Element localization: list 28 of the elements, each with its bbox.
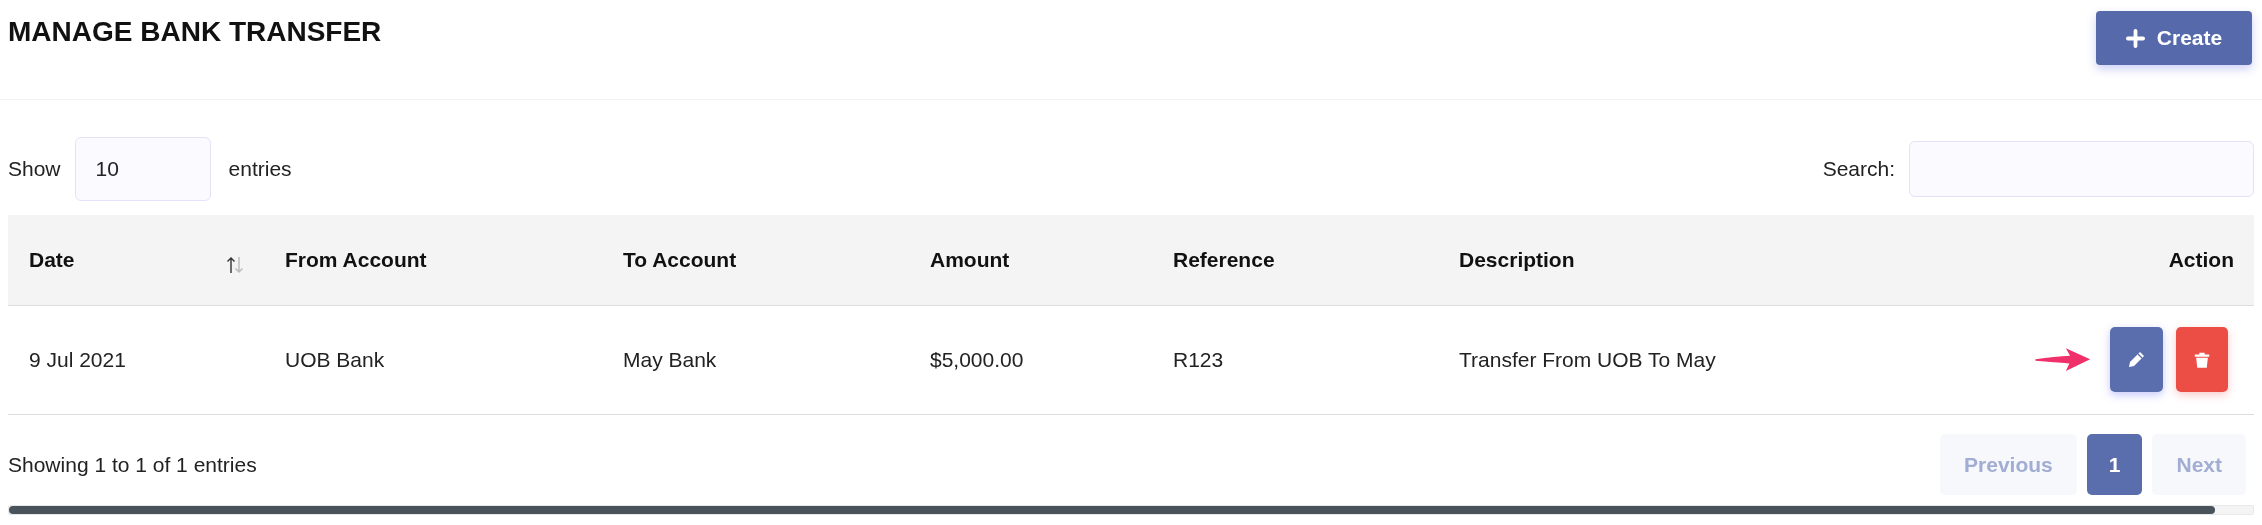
delete-button[interactable] [2176,327,2228,392]
table-cell: UOB Bank [265,305,603,414]
create-button[interactable]: Create [2096,11,2252,65]
plus-icon [2125,28,2145,48]
column-header: To Account [603,215,910,305]
column-header: From Account [265,215,603,305]
page-title: MANAGE BANK TRANSFER [8,16,382,48]
column-header: Description [1439,215,2014,305]
table-cell: $5,000.00 [910,305,1153,414]
sort-icon [225,254,245,275]
edit-button[interactable] [2109,327,2164,392]
table-cell: R123 [1153,305,1439,414]
search-field[interactable] [1909,140,2254,197]
entries-label: entries [228,156,292,181]
table-cell: Transfer From UOB To May [1439,305,2014,414]
table-cell: May Bank [603,305,910,414]
column-header: Reference [1153,215,1439,305]
column-header[interactable]: Date [8,215,265,305]
scrollbar[interactable] [8,504,2254,515]
entries-select[interactable]: 10 [74,136,211,201]
column-header: Action [2014,215,2254,305]
table-cell: 9 Jul 2021 [8,305,265,414]
search-label: Search: [1822,156,1895,181]
pencil-icon [2126,349,2147,370]
entries-info: Showing 1 to 1 of 1 entries [8,452,257,477]
show-label: Show [8,156,61,181]
column-header: Amount [910,215,1153,305]
page-button[interactable]: 1 [2086,434,2143,495]
